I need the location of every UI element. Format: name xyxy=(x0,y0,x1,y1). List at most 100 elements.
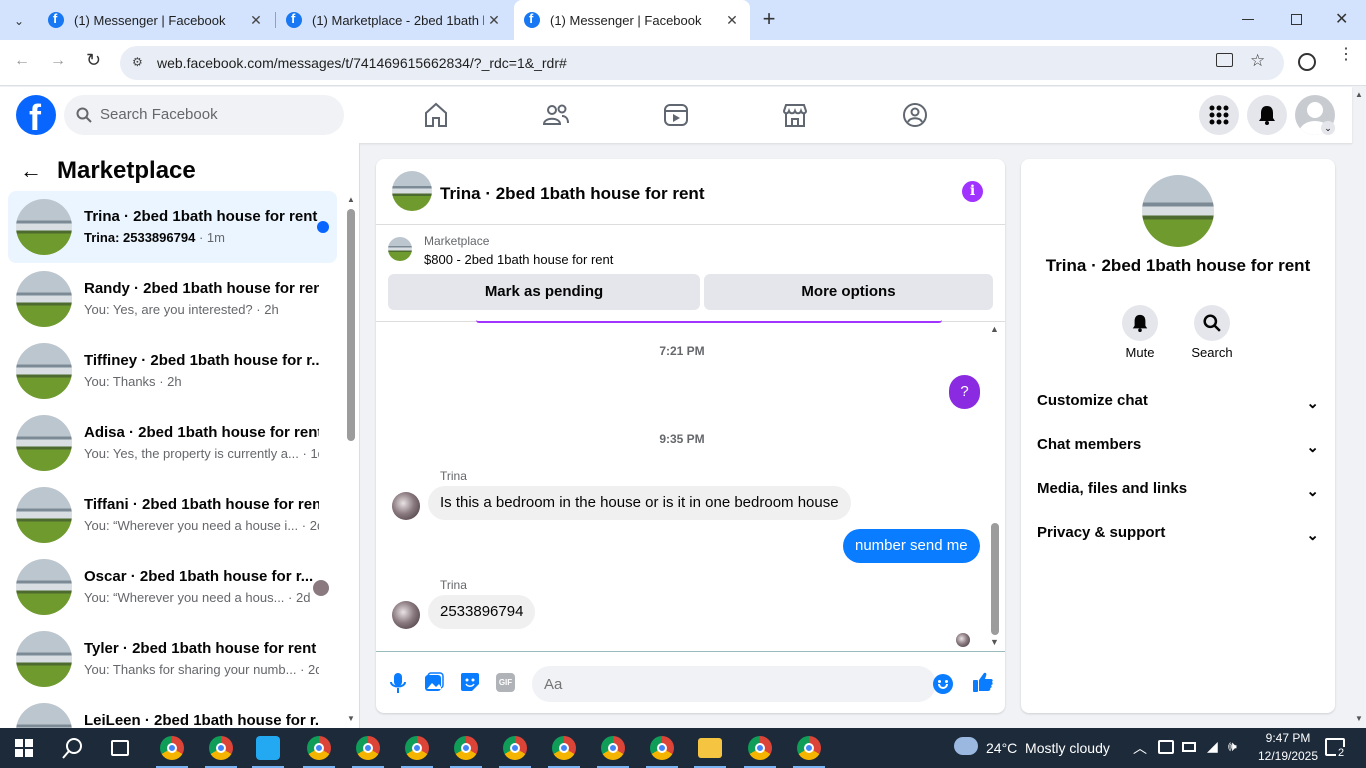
chrome-app-icon[interactable] xyxy=(160,736,184,760)
incoming-message[interactable]: Is this a bedroom in the house or is it … xyxy=(428,486,851,520)
chrome-app-icon[interactable] xyxy=(356,736,380,760)
mark-as-pending-button[interactable]: Mark as pending xyxy=(388,274,700,310)
page-scroll-up-arrow[interactable]: ▲ xyxy=(1355,90,1363,99)
close-window-icon[interactable]: ✕ xyxy=(1335,9,1348,29)
address-bar[interactable]: ⚙ web.facebook.com/messages/t/7414696156… xyxy=(120,46,1284,80)
task-view-icon[interactable] xyxy=(111,740,129,756)
back-arrow-icon[interactable]: ← xyxy=(20,158,42,184)
video-icon[interactable] xyxy=(662,101,690,129)
new-tab-button[interactable]: + xyxy=(758,8,780,30)
customize-chat-section[interactable]: Customize chat ⌄ xyxy=(1037,392,1319,412)
profile-icon[interactable] xyxy=(1298,53,1316,71)
sticker-icon[interactable] xyxy=(460,672,480,692)
outgoing-message[interactable]: ? xyxy=(949,375,980,409)
conversation-item[interactable]: Tiffiney · 2bed 1bath house for r... You:… xyxy=(8,335,337,407)
chat-members-section[interactable]: Chat members ⌄ xyxy=(1037,436,1319,456)
listing-title[interactable]: $800 - 2bed 1bath house for rent xyxy=(424,252,613,267)
microphone-icon[interactable] xyxy=(390,672,406,694)
chrome-app-icon[interactable] xyxy=(307,736,331,760)
windows-start-icon[interactable] xyxy=(15,739,33,757)
scroll-up-arrow[interactable]: ▲ xyxy=(347,195,355,204)
chrome-app-icon[interactable] xyxy=(405,736,429,760)
emoji-icon[interactable] xyxy=(933,674,953,694)
clock-time[interactable]: 9:47 PM xyxy=(1259,731,1317,745)
contact-avatar[interactable] xyxy=(1142,175,1214,247)
page-scroll-down-arrow[interactable]: ▼ xyxy=(1355,714,1363,723)
search-facebook-input[interactable]: Search Facebook xyxy=(64,95,344,135)
chrome-menu-icon[interactable]: ⋮ xyxy=(1338,47,1354,63)
site-info-icon[interactable]: ⚙ xyxy=(132,55,143,69)
weather-text[interactable]: 24°C Mostly cloudy xyxy=(986,740,1110,756)
vscode-app-icon[interactable] xyxy=(256,736,280,760)
forward-icon[interactable]: → xyxy=(50,52,66,70)
back-icon[interactable]: ← xyxy=(14,52,30,70)
file-explorer-icon[interactable] xyxy=(698,738,722,758)
tab-marketplace[interactable]: (1) Marketplace - 2bed 1bath house for r… xyxy=(276,0,512,40)
media-files-links-section[interactable]: Media, files and links ⌄ xyxy=(1037,480,1319,500)
scroll-down-arrow[interactable]: ▼ xyxy=(347,714,355,723)
clock-date[interactable]: 12/19/2025 xyxy=(1252,749,1324,763)
battery-icon[interactable] xyxy=(1182,742,1196,752)
wifi-icon[interactable]: ◢ xyxy=(1207,738,1218,755)
message-input[interactable] xyxy=(532,666,936,702)
chrome-app-icon[interactable] xyxy=(650,736,674,760)
conversation-item[interactable]: Tyler · 2bed 1bath house for rent You: Th… xyxy=(8,623,337,695)
facebook-logo[interactable]: f xyxy=(16,95,56,138)
notifications-button[interactable] xyxy=(1247,95,1287,135)
scroll-up-arrow[interactable]: ▲ xyxy=(990,324,999,334)
conversation-item[interactable]: Oscar · 2bed 1bath house for r... You: “W… xyxy=(8,551,337,623)
menu-grid-button[interactable] xyxy=(1199,95,1239,135)
volume-icon[interactable]: 🕪 xyxy=(1228,738,1237,755)
thumbs-up-icon[interactable] xyxy=(972,671,994,693)
home-icon[interactable] xyxy=(422,101,450,129)
install-app-icon[interactable] xyxy=(1216,53,1233,67)
chat-avatar[interactable] xyxy=(392,171,432,211)
conversation-item[interactable]: Adisa · 2bed 1bath house for rent You: Ye… xyxy=(8,407,337,479)
chrome-app-icon[interactable] xyxy=(454,736,478,760)
listing-thumbnail[interactable] xyxy=(388,237,412,261)
info-icon[interactable]: i xyxy=(962,181,983,202)
conversation-item[interactable]: LeiLeen · 2bed 1bath house for r... xyxy=(8,695,337,728)
weather-icon[interactable] xyxy=(954,737,978,755)
outgoing-message[interactable]: number send me xyxy=(843,529,980,563)
taskbar-search-icon[interactable] xyxy=(62,737,84,759)
conversation-item[interactable]: Randy · 2bed 1bath house for rent You: Ye… xyxy=(8,263,337,335)
reload-icon[interactable]: ↻ xyxy=(86,50,101,71)
marketplace-icon[interactable] xyxy=(781,101,809,129)
mute-button[interactable] xyxy=(1122,305,1158,341)
chat-title[interactable]: Trina · 2bed 1bath house for rent xyxy=(440,184,704,204)
close-tab-icon[interactable]: ✕ xyxy=(246,12,266,29)
privacy-support-section[interactable]: Privacy & support ⌄ xyxy=(1037,524,1319,544)
chrome-app-icon[interactable] xyxy=(797,736,821,760)
gaming-icon[interactable] xyxy=(901,101,929,129)
search-in-conversation-button[interactable] xyxy=(1194,305,1230,341)
tab-search-dropdown[interactable]: ⌄ xyxy=(8,10,30,32)
bookmark-star-icon[interactable]: ☆ xyxy=(1250,51,1265,71)
sidebar-scrollbar[interactable] xyxy=(347,209,355,441)
chrome-app-icon[interactable] xyxy=(748,736,772,760)
chrome-app-icon[interactable] xyxy=(552,736,576,760)
chrome-app-icon[interactable] xyxy=(601,736,625,760)
chrome-app-icon[interactable] xyxy=(209,736,233,760)
restore-window-icon[interactable] xyxy=(1291,14,1302,25)
chrome-app-icon[interactable] xyxy=(503,736,527,760)
scroll-down-arrow[interactable]: ▼ xyxy=(990,637,999,647)
minimize-window-icon[interactable] xyxy=(1242,19,1254,20)
tab-messenger-active[interactable]: (1) Messenger | Facebook ✕ xyxy=(514,0,750,40)
gif-icon[interactable]: GIF xyxy=(496,673,515,692)
sender-avatar[interactable] xyxy=(392,492,420,520)
show-hidden-icons[interactable]: ︿ xyxy=(1133,738,1147,758)
conversation-item[interactable]: Tiffani · 2bed 1bath house for rent You: … xyxy=(8,479,337,551)
incoming-message[interactable]: 2533896794 xyxy=(428,595,536,629)
close-tab-icon[interactable]: ✕ xyxy=(722,12,742,29)
photo-icon[interactable] xyxy=(424,672,444,692)
close-tab-icon[interactable]: ✕ xyxy=(484,12,504,29)
sender-avatar[interactable] xyxy=(392,601,420,629)
more-options-button[interactable]: More options xyxy=(704,274,993,310)
tab-messenger-1[interactable]: (1) Messenger | Facebook ✕ xyxy=(38,0,274,40)
friends-icon[interactable] xyxy=(542,101,570,129)
conversation-item[interactable]: Trina · 2bed 1bath house for rent Trina: … xyxy=(8,191,337,263)
network-status-icon[interactable] xyxy=(1158,740,1174,754)
chat-scrollbar[interactable] xyxy=(991,523,999,635)
account-chevron-icon[interactable]: ⌄ xyxy=(1321,121,1335,135)
